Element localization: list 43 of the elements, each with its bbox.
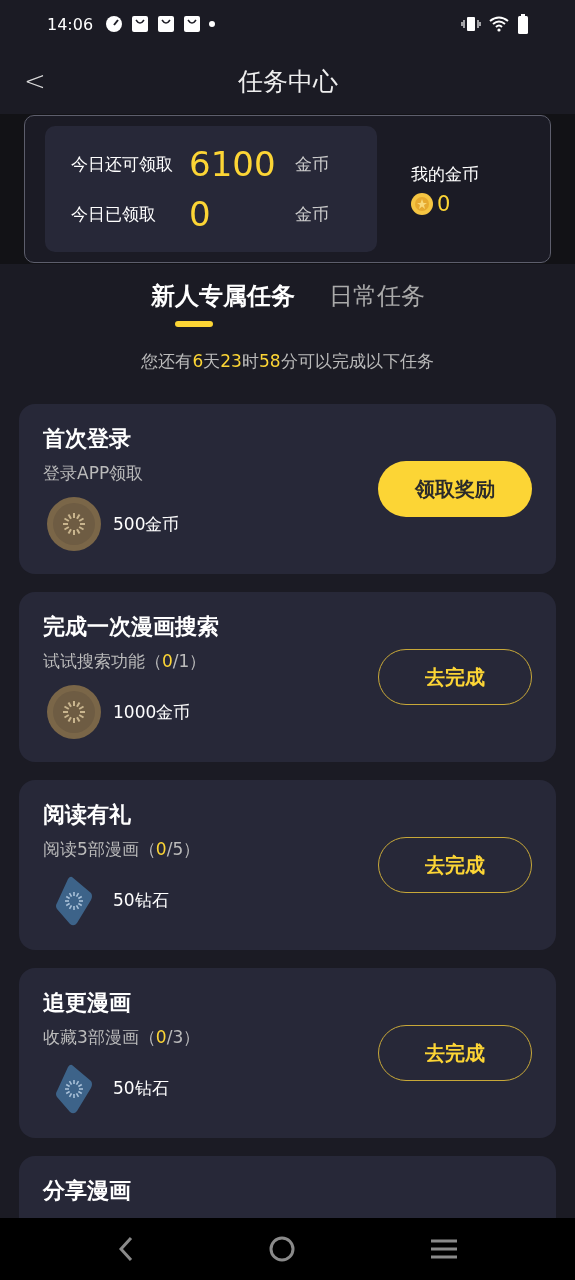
back-icon[interactable] bbox=[117, 1236, 134, 1262]
back-button[interactable]: < bbox=[24, 66, 46, 96]
status-time: 14:06 bbox=[47, 14, 94, 34]
shopping-bag-icon bbox=[131, 15, 150, 33]
speedometer-icon bbox=[105, 15, 124, 33]
reward-text: 1000金币 bbox=[113, 700, 191, 724]
task-title: 首次登录 bbox=[43, 425, 132, 453]
coin-icon bbox=[411, 192, 433, 215]
summary-unit: 金币 bbox=[295, 202, 329, 226]
task-description: 试试搜索功能（0/1） bbox=[43, 650, 208, 673]
wifi-icon bbox=[489, 16, 509, 32]
notice-text: 您还有6天23时58分可以完成以下任务 bbox=[141, 351, 434, 371]
summary-value: 6100 bbox=[189, 144, 277, 184]
vibrate-icon bbox=[461, 16, 481, 32]
summary-label: 今日还可领取 bbox=[71, 152, 174, 176]
task-title: 阅读有礼 bbox=[43, 801, 132, 829]
home-icon[interactable] bbox=[269, 1236, 296, 1262]
my-coins-value: 0 bbox=[437, 191, 451, 216]
task-button[interactable]: 领取奖励 bbox=[378, 461, 532, 517]
task-title: 追更漫画 bbox=[43, 989, 132, 1017]
shopping-bag-icon bbox=[157, 15, 176, 33]
shopping-bag-icon bbox=[183, 15, 202, 33]
summary-value: 0 bbox=[189, 194, 212, 234]
reward-text: 50钻石 bbox=[113, 1076, 169, 1100]
tab[interactable]: 日常任务 bbox=[328, 280, 425, 312]
page-title: 任务中心 bbox=[237, 65, 338, 98]
summary-label: 今日已领取 bbox=[71, 202, 157, 226]
task-description: 登录APP领取 bbox=[43, 462, 145, 485]
coin-icon bbox=[47, 497, 101, 551]
coin-icon bbox=[47, 685, 101, 739]
dot-icon bbox=[209, 21, 216, 27]
reward-text: 500金币 bbox=[113, 512, 180, 536]
task-title: 分享漫画 bbox=[43, 1177, 132, 1205]
menu-icon[interactable] bbox=[431, 1239, 458, 1259]
my-coins-label: 我的金币 bbox=[411, 162, 479, 186]
tab[interactable]: 新人专属任务 bbox=[150, 280, 295, 312]
task-title: 完成一次漫画搜索 bbox=[43, 613, 220, 641]
task-description: 收藏3部漫画（0/3） bbox=[43, 1026, 202, 1049]
battery-icon bbox=[517, 14, 529, 34]
reward-text: 50钻石 bbox=[113, 888, 169, 912]
tab-indicator bbox=[174, 321, 213, 327]
summary-unit: 金币 bbox=[295, 152, 329, 176]
task-description: 阅读5部漫画（0/5） bbox=[43, 838, 202, 861]
